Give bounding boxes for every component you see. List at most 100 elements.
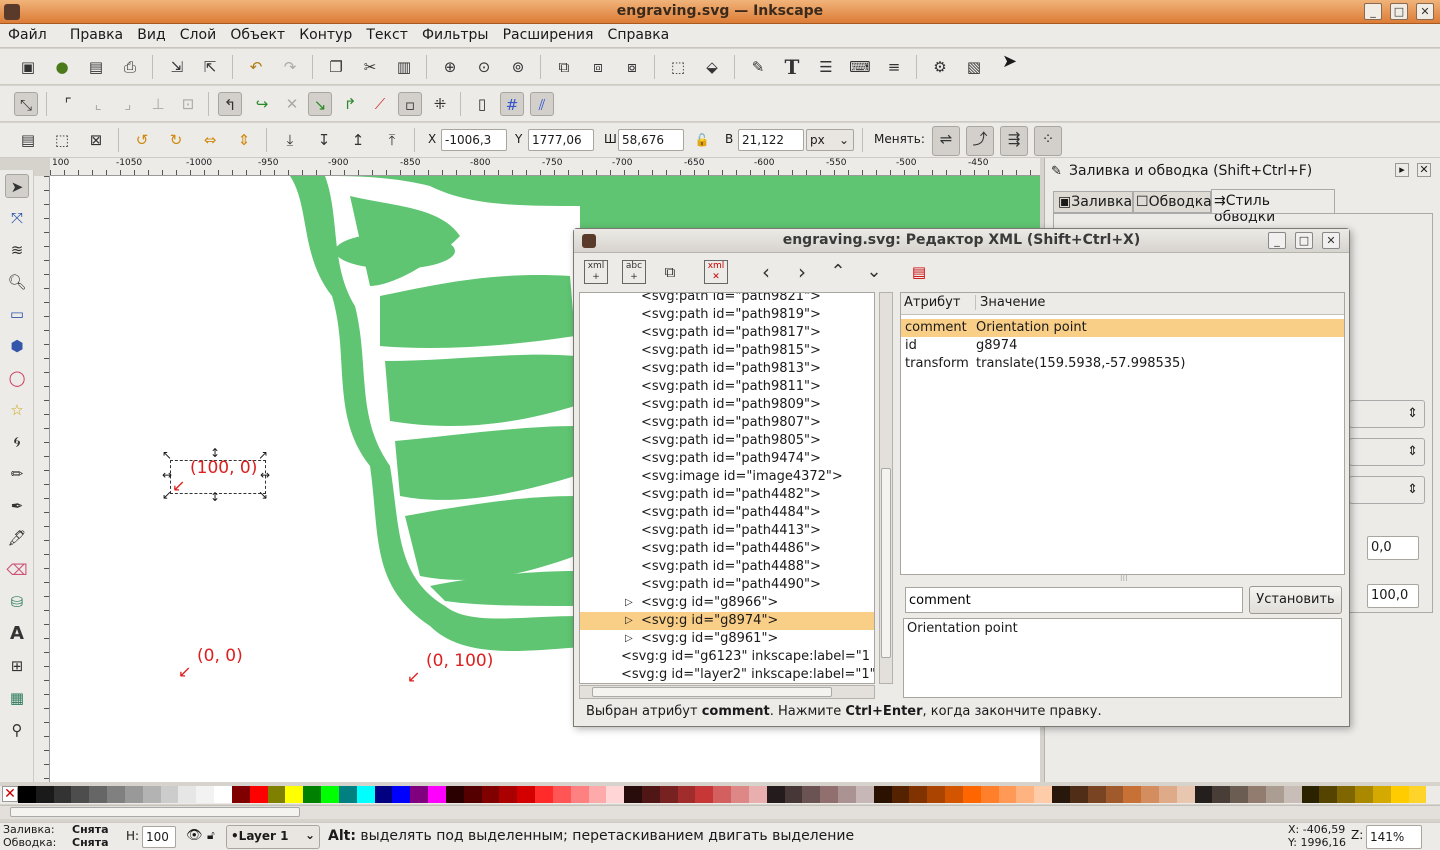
attribute-row[interactable]: transform translate(159.5938,-57.998535) xyxy=(901,355,1344,373)
duplicate-icon[interactable]: ⧉ xyxy=(552,55,576,79)
minimize-icon[interactable]: _ xyxy=(1364,3,1382,20)
save-icon[interactable]: ▤ xyxy=(84,55,108,79)
paste-icon[interactable]: ▥ xyxy=(392,55,416,79)
tab-fill[interactable]: ▣Заливка xyxy=(1053,191,1133,213)
panel-detach-icon[interactable]: ▸ xyxy=(1395,163,1409,177)
print-icon[interactable]: ⎙ xyxy=(118,55,142,79)
menu-file[interactable]: Файл xyxy=(3,24,52,46)
tree-node[interactable]: <svg:path id="path9807"> xyxy=(641,414,821,432)
tree-node[interactable]: <svg:path id="path9819"> xyxy=(641,306,821,324)
text-tool-icon[interactable]: A xyxy=(5,622,29,646)
color-swatch[interactable] xyxy=(1087,786,1106,803)
color-swatch[interactable] xyxy=(1212,786,1231,803)
color-swatch[interactable] xyxy=(1248,786,1266,803)
color-swatch[interactable] xyxy=(124,786,143,803)
attribute-name-input[interactable] xyxy=(905,587,1243,613)
color-swatch[interactable] xyxy=(998,786,1017,803)
indent-node-icon[interactable]: › xyxy=(790,260,814,284)
tree-node[interactable]: <svg:g id="layer2" inkscape:label="1" xyxy=(621,666,874,683)
raise-icon[interactable]: ↥ xyxy=(346,128,370,152)
resize-handle[interactable]: ↕ xyxy=(210,490,220,504)
panel-value-1[interactable]: 0,0 xyxy=(1367,536,1419,560)
snap-object-midpoints-icon[interactable]: ▫ xyxy=(398,92,422,116)
tree-node[interactable]: <svg:path id="path4490"> xyxy=(641,576,821,594)
color-swatch[interactable] xyxy=(570,786,589,803)
color-swatch[interactable] xyxy=(35,786,54,803)
color-swatch[interactable] xyxy=(107,786,125,803)
color-swatch[interactable] xyxy=(1337,786,1356,803)
set-attribute-button[interactable]: Установить xyxy=(1249,586,1342,614)
tree-node[interactable]: <svg:path id="path9821"> xyxy=(641,293,821,306)
rotate-cw-icon[interactable]: ↻ xyxy=(164,128,188,152)
menu-view[interactable]: Вид xyxy=(132,24,170,46)
spiral-tool-icon[interactable]: 🌀︎ xyxy=(5,430,29,454)
paint-bucket-tool-icon[interactable]: ⛁ xyxy=(5,590,29,614)
unindent-node-icon[interactable]: ‹ xyxy=(754,260,778,284)
resize-handle[interactable]: ↔ xyxy=(260,468,270,482)
cut-icon[interactable]: ✂ xyxy=(358,55,382,79)
zoom-drawing-icon[interactable]: ⊙ xyxy=(472,55,496,79)
zoom-page-icon[interactable]: ⊚ xyxy=(506,55,530,79)
color-swatch[interactable] xyxy=(196,786,215,803)
color-swatch[interactable] xyxy=(410,786,429,803)
layer-selector[interactable]: •Layer 1 ⌄ xyxy=(226,825,320,849)
opacity-input[interactable]: 100 xyxy=(142,826,176,848)
duplicate-node-icon[interactable]: ⧉ xyxy=(658,260,682,284)
color-swatch[interactable] xyxy=(445,786,464,803)
delete-attribute-icon[interactable]: ▤ xyxy=(907,260,931,284)
flip-horizontal-icon[interactable]: ⇔ xyxy=(198,128,222,152)
menu-text[interactable]: Текст xyxy=(361,24,412,46)
panel-value-2[interactable]: 100,0 xyxy=(1367,584,1419,608)
color-swatch[interactable] xyxy=(873,786,892,803)
snap-bbox-icon[interactable]: ⌜ xyxy=(56,92,80,116)
pencil-tool-icon[interactable]: ✏ xyxy=(5,462,29,486)
import-icon[interactable]: ⇲ xyxy=(165,55,189,79)
color-swatch[interactable] xyxy=(71,786,90,803)
xml-maximize-icon[interactable]: □ xyxy=(1295,232,1313,249)
tree-node[interactable]: <svg:path id="path9805"> xyxy=(641,432,821,450)
snap-paths-icon[interactable]: ↪ xyxy=(250,92,274,116)
xml-minimize-icon[interactable]: _ xyxy=(1268,232,1286,249)
color-swatch[interactable] xyxy=(980,786,999,803)
snap-path-intersection-icon[interactable]: ✕ xyxy=(280,92,304,116)
resize-handle[interactable]: ↗ xyxy=(258,448,268,462)
color-swatch[interactable] xyxy=(659,786,678,803)
tree-node[interactable]: <svg:g id="g8966"> xyxy=(641,594,778,612)
snap-smooth-nodes-icon[interactable]: ↱ xyxy=(338,92,362,116)
color-swatch[interactable] xyxy=(1265,786,1284,803)
color-swatch[interactable] xyxy=(89,786,108,803)
color-swatch[interactable] xyxy=(1408,786,1427,803)
expander-icon[interactable]: ▷ xyxy=(625,612,633,630)
tree-node[interactable]: <svg:path id="path4488"> xyxy=(641,558,821,576)
panel-close-icon[interactable]: ✕ xyxy=(1417,163,1431,177)
new-text-node-icon[interactable]: abc + xyxy=(622,260,646,284)
fill-stroke-icon[interactable]: ✎ xyxy=(746,55,770,79)
attribute-value-textarea[interactable]: Orientation point xyxy=(903,618,1342,698)
menu-layer[interactable]: Слой xyxy=(175,24,221,46)
tree-node[interactable]: <svg:path id="path9815"> xyxy=(641,342,821,360)
new-element-node-icon[interactable]: xml + xyxy=(584,260,608,284)
xml-node-tree[interactable]: <svg:path id="path9821"> <svg:path id="p… xyxy=(579,292,875,684)
palette-scrollbar[interactable] xyxy=(0,805,1440,819)
snap-bbox-edge-icon[interactable]: ⌞ xyxy=(86,92,110,116)
column-header-attribute[interactable]: Атрибут xyxy=(904,295,960,310)
color-swatch[interactable] xyxy=(1123,786,1142,803)
selector-tool-icon[interactable]: ➤ xyxy=(5,174,29,198)
color-swatch[interactable] xyxy=(535,786,553,803)
connector-tool-icon[interactable]: ⊞ xyxy=(5,654,29,678)
delete-node-icon[interactable]: xml ✕ xyxy=(704,260,728,284)
snap-grid-icon[interactable]: # xyxy=(500,92,524,116)
menu-object[interactable]: Объект xyxy=(225,24,290,46)
attribute-list[interactable]: Атрибут Значение comment Orientation poi… xyxy=(900,292,1345,575)
zoom-tool-icon[interactable]: 🔍︎ xyxy=(5,270,29,294)
color-palette[interactable]: ✕ xyxy=(0,786,1440,804)
color-swatch[interactable] xyxy=(766,786,785,803)
rectangle-tool-icon[interactable]: ▭ xyxy=(5,302,29,326)
new-document-icon[interactable]: ▣ xyxy=(16,55,40,79)
gradient-tool-icon[interactable]: ▦ xyxy=(5,686,29,710)
color-swatch[interactable] xyxy=(838,786,856,803)
lower-icon[interactable]: ↧ xyxy=(312,128,336,152)
color-swatch[interactable] xyxy=(1069,786,1088,803)
node-tool-icon[interactable]: ⤧ xyxy=(5,206,29,230)
color-swatch[interactable] xyxy=(731,786,749,803)
